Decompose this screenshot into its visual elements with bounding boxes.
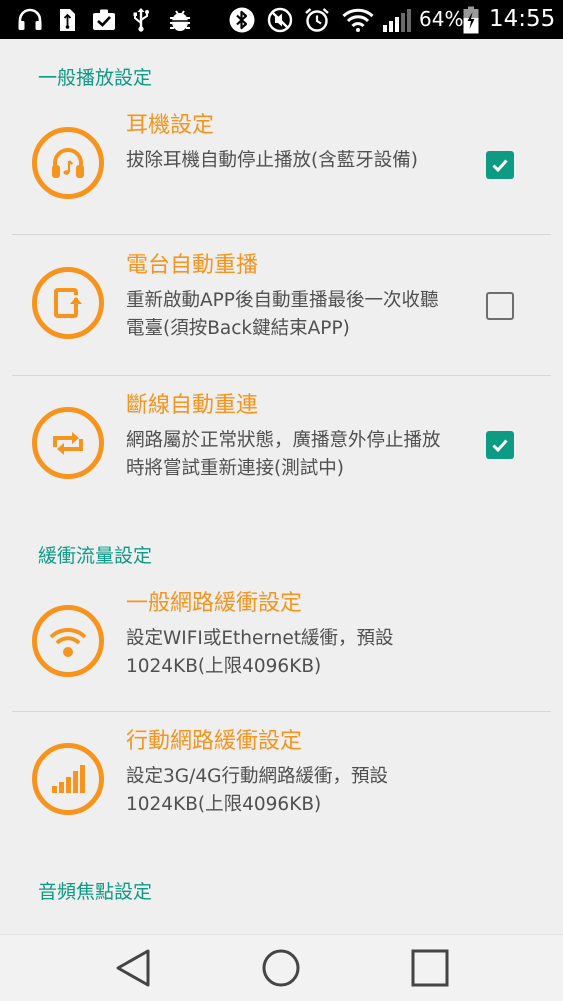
clipboard-check-icon	[90, 0, 118, 39]
list-item-auto-replay[interactable]: 電台自動重播 重新啟動APP後自動重播最後一次收聽電臺(須按Back鍵結束APP…	[0, 241, 563, 381]
alarm-icon	[303, 0, 331, 39]
item-title: 行動網路緩衝設定	[126, 729, 303, 754]
back-button[interactable]	[93, 935, 173, 1001]
wifi-icon	[340, 0, 376, 39]
home-icon	[262, 949, 300, 987]
item-description: 設定3G/4G行動網路緩衝，預設1024KB(上限4096KB)	[126, 766, 388, 815]
settings-list: 一般播放設定 耳機設定 拔除耳機自動停止播放(含藍牙設備) 電台自動重播 重新啟…	[0, 39, 563, 934]
headphone-settings-checkbox[interactable]	[486, 151, 514, 179]
bluetooth-icon	[228, 0, 256, 39]
headset-icon	[16, 0, 44, 39]
cellular-signal-icon	[32, 743, 104, 815]
recents-button[interactable]	[390, 935, 470, 1001]
android-debug-icon	[166, 0, 194, 39]
navigation-bar	[0, 934, 563, 1001]
item-title: 斷線自動重連	[126, 393, 259, 418]
usb-icon	[130, 0, 152, 39]
section-header-general-playback: 一般播放設定	[38, 67, 153, 89]
battery-percent: 64%	[419, 7, 464, 31]
item-description: 設定WIFI或Ethernet緩衝，預設1024KB(上限4096KB)	[126, 628, 394, 677]
wifi-icon	[32, 605, 104, 677]
item-title: 電台自動重播	[126, 253, 259, 278]
reconnect-icon	[32, 407, 104, 479]
list-item-mobile-buffer[interactable]: 行動網路緩衝設定 設定3G/4G行動網路緩衝，預設1024KB(上限4096KB…	[0, 717, 563, 857]
list-item-network-buffer[interactable]: 一般網路緩衝設定 設定WIFI或Ethernet緩衝，預設1024KB(上限40…	[0, 579, 563, 719]
divider	[12, 234, 551, 235]
list-item-auto-reconnect[interactable]: 斷線自動重連 網路屬於正常狀態，廣播意外停止播放時將嘗試重新連接(測試中)	[0, 381, 563, 521]
section-header-buffer-settings: 緩衝流量設定	[38, 545, 153, 567]
auto-replay-checkbox[interactable]	[486, 292, 514, 320]
divider	[12, 711, 551, 712]
check-icon	[492, 439, 508, 453]
headphones-icon	[32, 127, 104, 199]
item-description: 網路屬於正常狀態，廣播意外停止播放時將嘗試重新連接(測試中)	[126, 430, 441, 479]
item-title: 耳機設定	[126, 113, 215, 138]
item-title: 一般網路緩衝設定	[126, 591, 303, 616]
auto-reconnect-checkbox[interactable]	[486, 431, 514, 459]
recents-icon	[411, 949, 449, 987]
back-icon	[116, 949, 150, 987]
divider	[12, 375, 551, 376]
home-button[interactable]	[241, 935, 321, 1001]
check-icon	[492, 159, 508, 173]
replay-icon	[32, 267, 104, 339]
item-description: 拔除耳機自動停止播放(含藍牙設備)	[126, 150, 418, 171]
section-header-audio-focus: 音頻焦點設定	[38, 881, 153, 903]
status-time: 14:55	[489, 6, 556, 32]
signal-icon	[380, 0, 416, 39]
list-item-headphone-settings[interactable]: 耳機設定 拔除耳機自動停止播放(含藍牙設備)	[0, 101, 563, 241]
status-bar: 64% 14:55	[0, 0, 563, 39]
battery-charging-icon	[462, 0, 480, 39]
mute-icon	[266, 0, 294, 39]
item-description: 重新啟動APP後自動重播最後一次收聽電臺(須按Back鍵結束APP)	[126, 290, 439, 339]
usb-file-icon	[56, 0, 78, 39]
